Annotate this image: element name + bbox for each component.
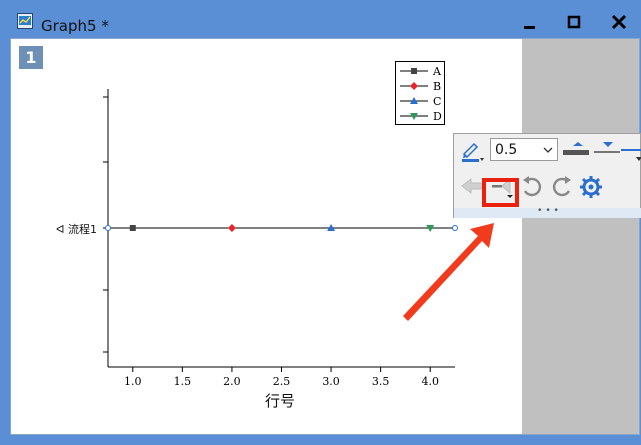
page-margin — [522, 39, 639, 434]
x-tick-label-4: 3.0 — [322, 375, 340, 388]
legend-label-D: D — [433, 110, 442, 123]
close-icon[interactable] — [609, 12, 629, 32]
x-tick-label-1: 1.5 — [174, 375, 192, 388]
legend-label-B: B — [433, 80, 442, 93]
line-width-value: 0.5 — [495, 142, 518, 158]
legend-label-A: A — [433, 65, 441, 78]
graph-app-icon — [17, 13, 33, 29]
highlight-box — [482, 178, 519, 207]
y-axis-label: ᐊ 流程1 — [56, 221, 97, 237]
toolbar-grip[interactable]: • • • — [454, 207, 641, 218]
line-style-icon[interactable] — [621, 140, 641, 164]
legend-item-D[interactable]: D — [396, 109, 446, 124]
line-width-select[interactable]: 0.5 — [490, 138, 558, 161]
graph-page[interactable]: 1 1.0 1.5 2.0 2.5 3.0 3.5 4.0 ABCD ᐊ 流程1 行号 — [10, 38, 640, 435]
legend-swatch-A — [400, 68, 428, 74]
legend-swatch-C — [400, 97, 428, 104]
line-thin-icon[interactable] — [593, 140, 621, 160]
x-tick-label-5: 3.5 — [372, 375, 390, 388]
legend-swatch-B — [400, 82, 428, 90]
x-tick-label-0: 1.0 — [124, 375, 142, 388]
settings-icon[interactable] — [579, 175, 603, 199]
legend[interactable]: ABCD — [395, 61, 445, 125]
legend-item-A[interactable]: A — [396, 64, 446, 79]
x-tick-label-2: 2.0 — [223, 375, 241, 388]
endpoint-left — [105, 225, 111, 231]
chevron-down-icon — [543, 147, 553, 153]
x-axis-label: 行号 — [265, 392, 296, 410]
rotate-left-icon[interactable] — [520, 175, 544, 199]
endpoint-right — [452, 225, 458, 231]
title-bar[interactable]: Graph5 * — [0, 0, 641, 36]
y-axis-label-glyph: ᐊ — [56, 223, 68, 236]
minimize-icon[interactable] — [520, 12, 540, 32]
line-thick-icon[interactable] — [562, 140, 590, 160]
legend-item-C[interactable]: C — [396, 94, 446, 109]
pen-color-icon[interactable] — [460, 140, 486, 162]
legend-marker-B — [410, 82, 418, 90]
point-A-0 — [129, 225, 136, 231]
legend-swatch-D — [400, 113, 428, 120]
window-title: Graph5 * — [41, 17, 109, 35]
x-tick-label-6: 4.0 — [421, 375, 439, 388]
legend-item-B[interactable]: B — [396, 79, 446, 94]
maximize-icon[interactable] — [564, 12, 584, 32]
graph-window: Graph5 * 1 1.0 1.5 2.0 2.5 3.0 3.5 4.0 ABCD ᐊ … — [0, 0, 641, 445]
y-axis-label-text: 流程1 — [67, 223, 97, 236]
point-B-0 — [227, 224, 236, 232]
arrow-left-icon[interactable] — [460, 176, 484, 196]
legend-marker-A — [411, 68, 417, 74]
rotate-right-icon[interactable] — [550, 175, 574, 199]
legend-label-C: C — [433, 95, 442, 108]
x-tick-label-3: 2.5 — [273, 375, 291, 388]
